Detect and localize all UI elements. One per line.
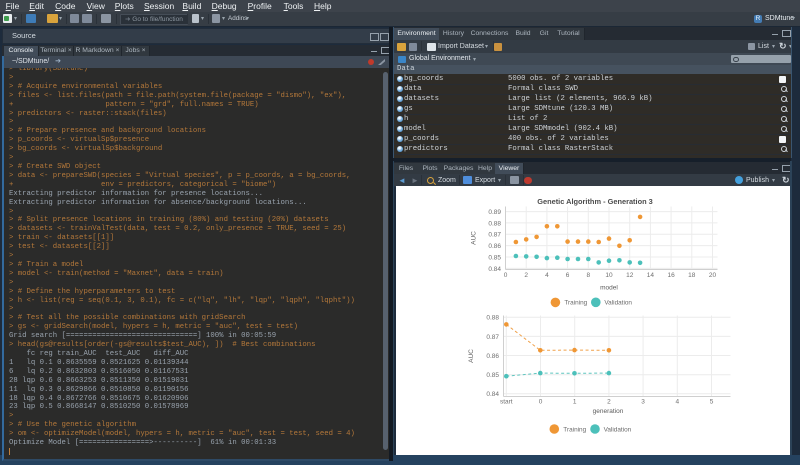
svg-text:10: 10 xyxy=(605,272,613,279)
svg-text:18: 18 xyxy=(688,272,696,279)
svg-text:4: 4 xyxy=(545,272,549,279)
svg-text:0.89: 0.89 xyxy=(488,209,501,216)
svg-text:16: 16 xyxy=(667,272,675,279)
svg-text:0.85: 0.85 xyxy=(488,254,501,261)
svg-text:0.86: 0.86 xyxy=(486,353,499,360)
svg-text:0.84: 0.84 xyxy=(488,266,501,273)
svg-text:0.88: 0.88 xyxy=(488,220,501,227)
svg-text:3: 3 xyxy=(641,398,645,405)
svg-text:0.86: 0.86 xyxy=(488,243,501,250)
svg-text:model: model xyxy=(600,285,618,292)
svg-text:4: 4 xyxy=(675,398,679,405)
svg-text:0.87: 0.87 xyxy=(488,232,501,239)
svg-text:Training: Training xyxy=(563,426,586,433)
svg-text:8: 8 xyxy=(586,272,590,279)
svg-text:1: 1 xyxy=(573,398,577,405)
svg-text:14: 14 xyxy=(647,272,655,279)
svg-text:0: 0 xyxy=(504,272,508,279)
svg-text:0.85: 0.85 xyxy=(486,372,499,379)
svg-text:12: 12 xyxy=(626,272,634,279)
svg-text:5: 5 xyxy=(710,398,714,405)
svg-text:AUC: AUC xyxy=(471,231,478,245)
svg-text:0: 0 xyxy=(539,398,543,405)
svg-text:start: start xyxy=(500,398,513,405)
svg-text:0.88: 0.88 xyxy=(486,315,499,322)
svg-text:Training: Training xyxy=(564,300,587,307)
svg-text:2: 2 xyxy=(607,398,611,405)
svg-text:generation: generation xyxy=(593,408,624,415)
svg-text:20: 20 xyxy=(709,272,717,279)
svg-text:Validation: Validation xyxy=(604,300,632,307)
svg-text:AUC: AUC xyxy=(468,349,475,363)
svg-text:0.84: 0.84 xyxy=(486,391,499,398)
svg-text:0.87: 0.87 xyxy=(486,334,499,341)
svg-text:6: 6 xyxy=(566,272,570,279)
svg-text:2: 2 xyxy=(524,272,528,279)
svg-text:Genetic Algorithm - Generation: Genetic Algorithm - Generation 3 xyxy=(537,197,653,206)
svg-text:Validation: Validation xyxy=(604,426,632,433)
